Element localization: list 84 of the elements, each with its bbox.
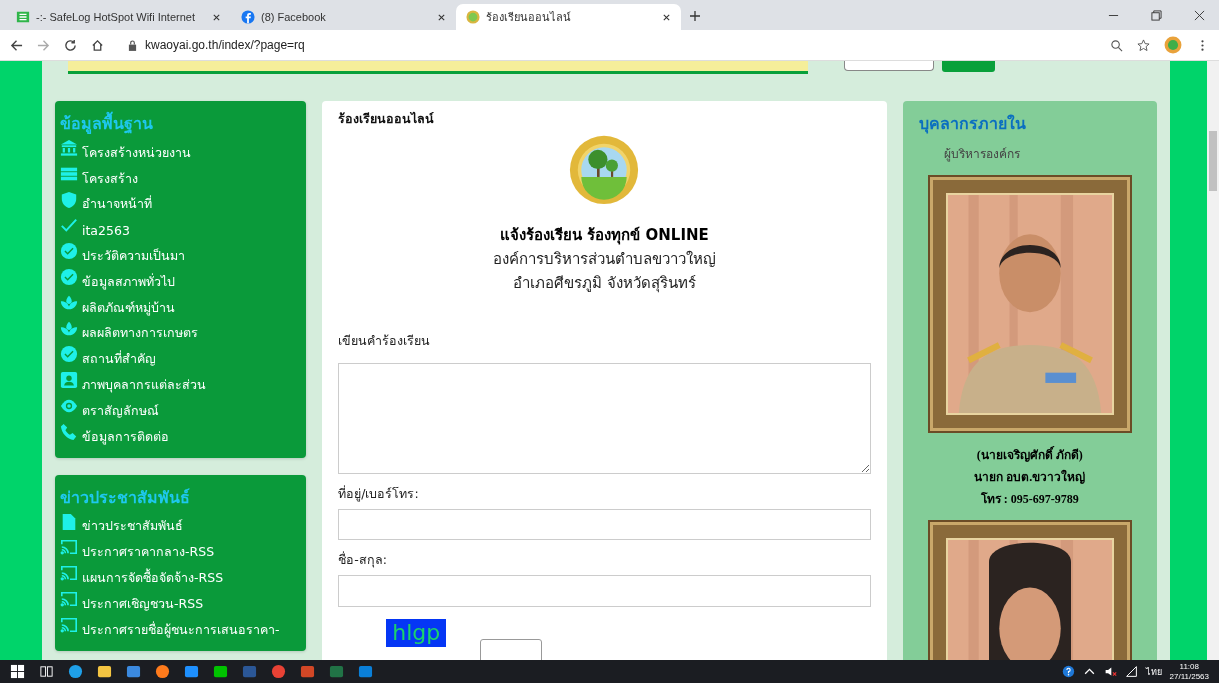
tab-title: -:- SafeLog HotSpot Wifi Internet — [36, 11, 196, 23]
language-indicator[interactable]: ไทย — [1145, 664, 1162, 679]
home-icon[interactable] — [91, 38, 104, 52]
menu-link[interactable]: แผนการจัดซื้อจัดจ้าง-RSS — [82, 568, 224, 589]
person-card-icon — [60, 371, 78, 390]
organization-name: องค์การบริหารส่วนตำบลขวาวใหญ่ — [491, 248, 717, 270]
address-bar[interactable]: kwaoyai.go.th/index/?page=rq — [118, 33, 1096, 57]
phone-icon — [60, 422, 78, 441]
windows-start-icon[interactable] — [10, 664, 25, 679]
menu-link[interactable]: ข่าวประชาสัมพันธ์ — [82, 516, 183, 537]
cast-icon — [60, 589, 78, 608]
clock-date[interactable]: 27/11/2563 — [1169, 671, 1209, 682]
menu-link[interactable]: ภาพบุคลากรแต่ละส่วน — [82, 375, 206, 396]
captcha-image: hlgp — [386, 619, 447, 647]
menu-link[interactable]: ประวัติความเป็นมา — [82, 246, 185, 267]
s-logo-icon — [16, 10, 30, 24]
menu-link[interactable]: โครงสร้าง — [82, 168, 138, 189]
browser-tab[interactable]: (8) Facebook — [231, 4, 456, 30]
back-icon[interactable] — [10, 38, 23, 52]
card-title: ร้องเรียนออนไลน์ — [338, 110, 436, 128]
lock-icon — [128, 39, 137, 51]
document-icon — [60, 512, 78, 531]
menu-link[interactable]: โครงสร้างหน่วยงาน — [82, 142, 191, 163]
reload-icon[interactable] — [64, 38, 77, 52]
captcha-input[interactable] — [480, 639, 543, 660]
tab-title: ร้องเรียนออนไลน์ — [486, 10, 572, 25]
scrollbar-thumb[interactable] — [1209, 131, 1217, 191]
menu-link[interactable]: ผลผลิตทางการเกษตร — [82, 323, 198, 344]
check-circle-icon — [60, 242, 78, 261]
browser-tab[interactable]: ร้องเรียนออนไลน์ — [456, 4, 681, 30]
bookmark-star-icon[interactable] — [1137, 38, 1150, 52]
group-label: ผู้บริหารองค์กร — [943, 146, 1020, 163]
clock-time[interactable]: 11:08 — [1179, 661, 1199, 672]
input-field[interactable] — [338, 575, 871, 607]
close-icon[interactable] — [662, 12, 671, 22]
f-logo-icon — [241, 10, 255, 24]
person-position: นายก อบต.ขวาวใหญ่ — [974, 468, 1086, 486]
scrollbar[interactable] — [1207, 61, 1219, 660]
district-name: อำเภอศีขรภูมิ จังหวัดสุรินทร์ — [512, 272, 697, 295]
task-view-icon[interactable] — [39, 664, 54, 679]
menu-link[interactable]: อำนาจหน้าที่ — [82, 194, 152, 215]
menu-link[interactable]: ประกาศราคากลาง-RSS — [82, 542, 215, 563]
menu-link[interactable]: ประกาศเชิญชวน-RSS — [82, 593, 204, 614]
menu-link[interactable]: ประกาศรายชื่อผู้ชนะการเสนอราคา- — [82, 619, 280, 640]
seal-icon — [466, 10, 480, 24]
close-icon[interactable] — [437, 12, 446, 22]
speaker-icon[interactable] — [1103, 665, 1117, 678]
person-phone: โทร : 095-697-9789 — [980, 491, 1079, 508]
menu-link[interactable]: ข้อมูลสภาพทั่วไป — [82, 271, 175, 292]
panel-title: บุคลากรภายใน — [918, 113, 1026, 136]
form-heading: แจ้งร้องเรียน ร้องทุกข์ ONLINE — [499, 224, 710, 247]
search-field[interactable] — [844, 61, 934, 71]
lotus-icon — [60, 293, 78, 312]
menu-link[interactable]: ตราสัญลักษณ์ — [82, 400, 159, 421]
avatar-icon[interactable] — [1164, 36, 1182, 54]
person-name: (นายเจริญศักดิ์ ภักดี) — [976, 445, 1083, 464]
cast-icon — [60, 615, 78, 634]
menu-link[interactable]: ข้อมูลการติดต่อ — [82, 426, 169, 447]
wifi-icon[interactable] — [1124, 665, 1138, 678]
field-label: ที่อยู่/เบอร์โทร: — [338, 484, 420, 504]
cast-icon — [60, 564, 78, 583]
shield-icon — [60, 190, 78, 209]
close-icon[interactable] — [212, 12, 221, 22]
panel-title: ข่าวประชาสัมพันธ์ — [60, 486, 191, 509]
check-icon — [60, 216, 78, 235]
close-icon[interactable] — [1194, 10, 1205, 21]
new-tab-icon[interactable] — [689, 10, 701, 22]
menu-link[interactable]: ผลิตภัณฑ์หมู่บ้าน — [82, 297, 175, 318]
cast-icon — [60, 538, 78, 557]
tab-title: (8) Facebook — [261, 11, 327, 23]
field-label: เขียนคำร้องเรียน — [338, 331, 432, 350]
browser-tab[interactable]: -:- SafeLog HotSpot Wifi Internet — [6, 4, 231, 30]
panel-title: ข้อมูลพื้นฐาน — [60, 111, 299, 136]
help-icon[interactable] — [1061, 665, 1075, 678]
bank-icon — [60, 139, 78, 157]
zoom-icon[interactable] — [1110, 38, 1123, 52]
check-circle-icon — [60, 345, 78, 364]
input-field[interactable] — [338, 508, 871, 541]
menu-link[interactable]: ita2563 — [82, 222, 130, 238]
field-label: ชื่อ-สกุล: — [338, 550, 388, 570]
lotus-icon — [60, 319, 78, 338]
menu-link[interactable]: สถานที่สำคัญ — [82, 349, 156, 370]
restore-icon[interactable] — [1151, 10, 1162, 21]
check-circle-icon — [60, 268, 78, 286]
